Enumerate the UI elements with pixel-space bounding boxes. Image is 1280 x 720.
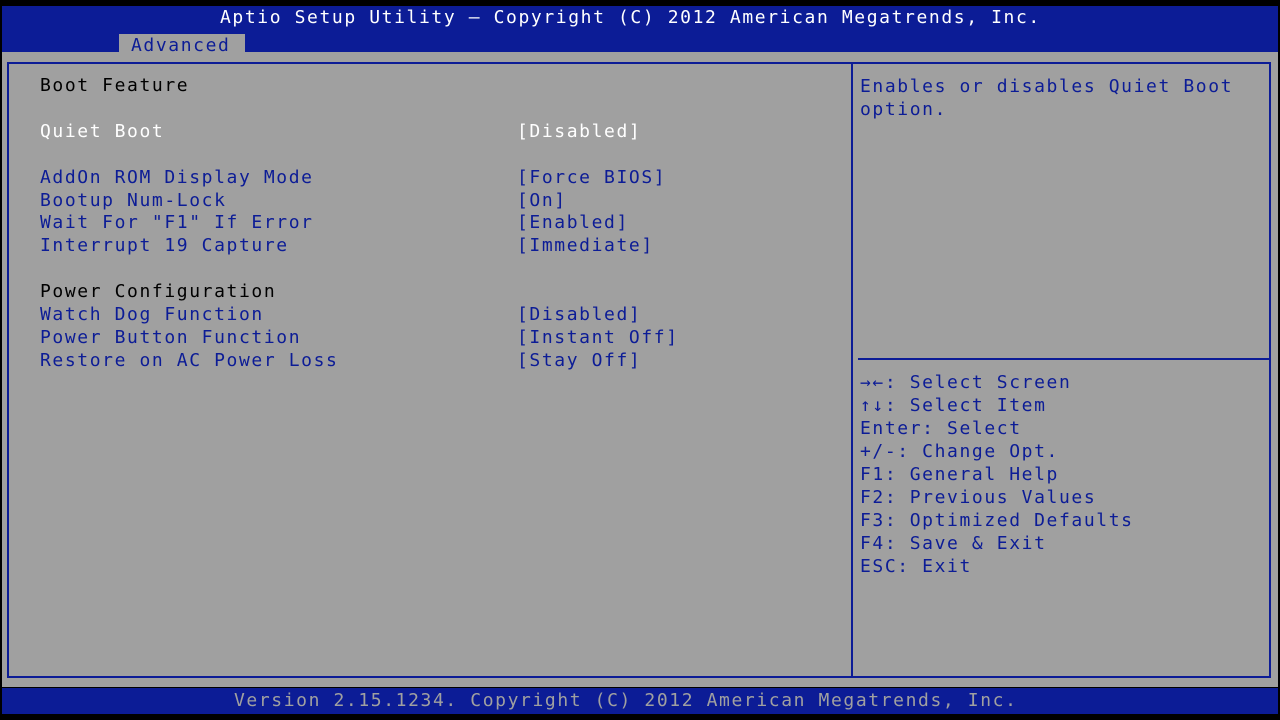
setting-label-watch-dog-function[interactable]: Watch Dog Function bbox=[40, 304, 264, 326]
setting-value-addon-rom-display-mode[interactable]: [Force BIOS] bbox=[517, 167, 666, 189]
help-divider-horizontal bbox=[858, 358, 1269, 360]
panel-divider-vertical bbox=[851, 62, 853, 678]
setting-label-interrupt-19-capture[interactable]: Interrupt 19 Capture bbox=[40, 235, 289, 257]
key-hint-previous-values: F2: Previous Values bbox=[860, 487, 1097, 508]
setting-value-wait-for-f1[interactable]: [Enabled] bbox=[517, 212, 629, 234]
key-hint-change-opt: +/-: Change Opt. bbox=[860, 441, 1059, 462]
help-text: Enables or disables Quiet Boot option. bbox=[860, 76, 1246, 120]
section-title-boot-feature: Boot Feature bbox=[40, 75, 190, 96]
setting-label-wait-for-f1[interactable]: Wait For "F1" If Error bbox=[40, 212, 314, 234]
key-hint-save-exit: F4: Save & Exit bbox=[860, 533, 1047, 554]
setting-label-power-button-function[interactable]: Power Button Function bbox=[40, 327, 301, 349]
setting-label-bootup-num-lock[interactable]: Bootup Num-Lock bbox=[40, 190, 227, 212]
bios-screen: Aptio Setup Utility – Copyright (C) 2012… bbox=[0, 0, 1280, 720]
section-title-power-configuration: Power Configuration bbox=[40, 281, 277, 302]
setting-value-power-button-function[interactable]: [Instant Off] bbox=[517, 327, 679, 349]
setting-value-restore-on-ac-power-loss[interactable]: [Stay Off] bbox=[517, 350, 641, 372]
setting-label-addon-rom-display-mode[interactable]: AddOn ROM Display Mode bbox=[40, 167, 314, 189]
key-hint-enter-select: Enter: Select bbox=[860, 418, 1022, 439]
setting-label-quiet-boot[interactable]: Quiet Boot bbox=[40, 121, 164, 143]
header-bar: Aptio Setup Utility – Copyright (C) 2012… bbox=[2, 6, 1278, 57]
key-hint-optimized-defaults: F3: Optimized Defaults bbox=[860, 510, 1134, 531]
key-legend: →←: Select Screen ↑↓: Select Item Enter:… bbox=[860, 371, 1134, 578]
setting-label-restore-on-ac-power-loss[interactable]: Restore on AC Power Loss bbox=[40, 350, 339, 372]
setting-value-watch-dog-function[interactable]: [Disabled] bbox=[517, 304, 641, 326]
app-title: Aptio Setup Utility – Copyright (C) 2012… bbox=[220, 7, 1041, 28]
version-copyright: Version 2.15.1234. Copyright (C) 2012 Am… bbox=[234, 690, 1018, 711]
footer-bar: Version 2.15.1234. Copyright (C) 2012 Am… bbox=[2, 688, 1278, 714]
setting-value-interrupt-19-capture[interactable]: [Immediate] bbox=[517, 235, 654, 257]
key-hint-esc-exit: ESC: Exit bbox=[860, 556, 972, 577]
key-hint-select-screen: →←: Select Screen bbox=[860, 372, 1072, 393]
key-hint-general-help: F1: General Help bbox=[860, 464, 1059, 485]
key-hint-select-item: ↑↓: Select Item bbox=[860, 395, 1047, 416]
setting-value-quiet-boot[interactable]: [Disabled] bbox=[517, 121, 641, 143]
setting-value-bootup-num-lock[interactable]: [On] bbox=[517, 190, 567, 212]
